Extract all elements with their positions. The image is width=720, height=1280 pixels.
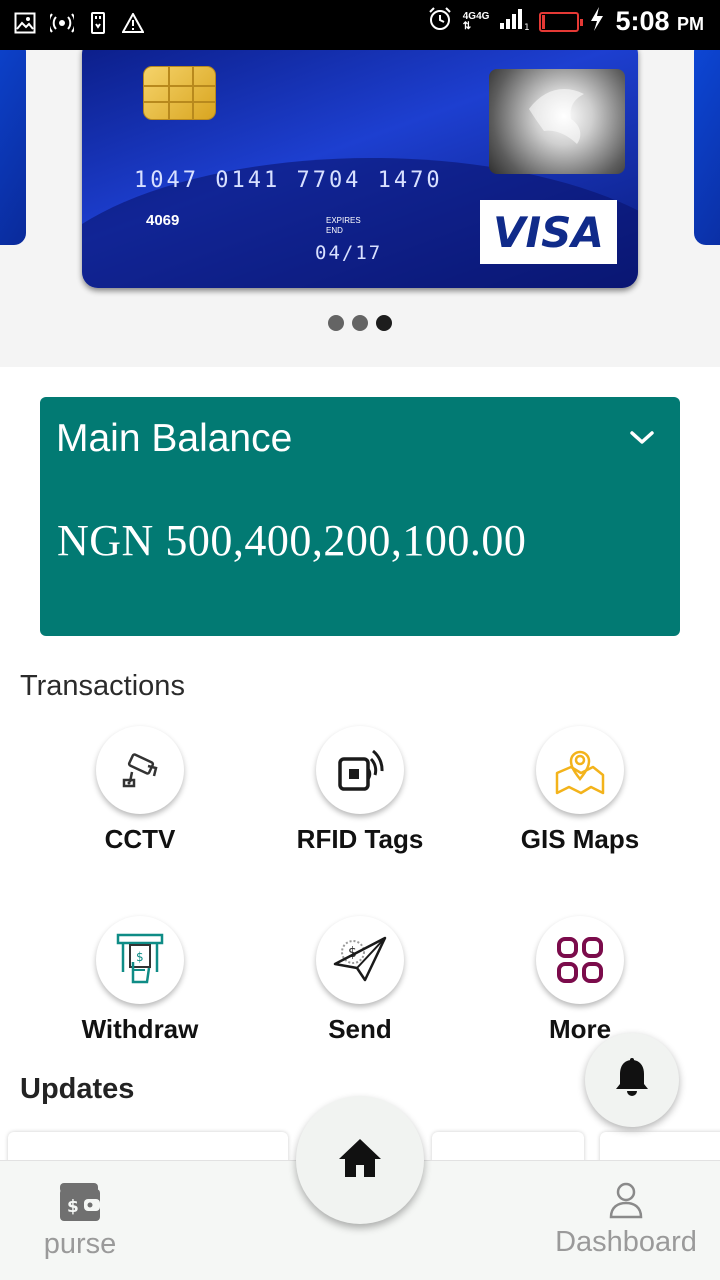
visa-card[interactable]: 1047 0141 7704 1470 4069 EXPIRES END 04/… xyxy=(82,50,638,288)
wallet-icon: $ xyxy=(58,1183,102,1227)
rfid-tag-icon xyxy=(316,726,404,814)
withdraw-label: Withdraw xyxy=(81,1014,199,1044)
chip-icon xyxy=(143,66,216,120)
balance-amount: NGN 500,400,200,100.00 xyxy=(57,516,527,565)
charging-icon xyxy=(589,6,605,37)
previous-card[interactable] xyxy=(0,50,26,245)
send-money-icon: $ xyxy=(316,916,404,1004)
grid-more-icon xyxy=(536,916,624,1004)
hotspot-icon xyxy=(47,13,77,38)
cctv-tile[interactable]: CCTV xyxy=(30,726,250,855)
carousel-dots xyxy=(0,315,720,331)
balance-title: Main Balance xyxy=(56,417,293,460)
withdraw-tile[interactable]: $ Withdraw xyxy=(30,916,250,1045)
home-button[interactable] xyxy=(296,1096,424,1224)
alarm-icon xyxy=(427,6,453,37)
notifications-button[interactable] xyxy=(585,1033,679,1127)
carousel-dot[interactable] xyxy=(328,315,344,331)
visa-logo: VISA xyxy=(480,200,617,264)
atm-withdraw-icon: $ xyxy=(96,916,184,1004)
send-tile[interactable]: $ Send xyxy=(250,916,470,1045)
warning-icon xyxy=(121,11,145,38)
gis-maps-label: GIS Maps xyxy=(520,824,640,854)
card-number: 1047 0141 7704 1470 xyxy=(134,168,443,193)
rfid-tags-label: RFID Tags xyxy=(296,824,424,854)
card-expiry: 04/17 xyxy=(315,242,383,264)
nav-dashboard[interactable]: Dashboard xyxy=(546,1181,706,1259)
rfid-tags-tile[interactable]: RFID Tags xyxy=(250,726,470,855)
main-balance-card[interactable]: Main Balance NGN 500,400,200,100.00 xyxy=(40,397,680,636)
home-icon xyxy=(337,1137,383,1184)
bell-icon xyxy=(614,1057,650,1103)
hologram-dove-icon xyxy=(489,69,625,174)
expiry-caption: EXPIRES END xyxy=(326,216,361,235)
card-sub-number: 4069 xyxy=(146,212,180,229)
svg-text:$: $ xyxy=(136,950,144,964)
cctv-camera-icon xyxy=(96,726,184,814)
updates-title: Updates xyxy=(20,1073,135,1105)
purse-label: purse xyxy=(43,1228,117,1260)
chevron-down-icon[interactable] xyxy=(628,429,656,452)
more-tile[interactable]: More xyxy=(470,916,690,1045)
svg-text:$: $ xyxy=(67,1197,79,1217)
usb-icon xyxy=(88,12,108,39)
clock: 5:08 PM xyxy=(615,6,704,36)
dashboard-label: Dashboard xyxy=(555,1226,697,1258)
gis-maps-tile[interactable]: GIS Maps xyxy=(470,726,690,855)
nav-purse[interactable]: $ purse xyxy=(38,1181,122,1261)
transactions-title: Transactions xyxy=(20,670,185,702)
card-carousel[interactable]: 1047 0141 7704 1470 4069 EXPIRES END 04/… xyxy=(0,50,720,367)
send-label: Send xyxy=(328,1014,392,1044)
image-icon xyxy=(14,12,36,39)
svg-text:1: 1 xyxy=(524,23,529,31)
next-card[interactable] xyxy=(694,50,720,245)
cctv-label: CCTV xyxy=(104,824,176,854)
map-pin-icon xyxy=(536,726,624,814)
network-type: 4G4G ⇅ xyxy=(462,10,490,32)
status-bar: 4G4G ⇅ 1 5:08 PM xyxy=(0,0,720,50)
battery-icon xyxy=(539,11,584,32)
carousel-dot[interactable] xyxy=(352,315,368,331)
signal-icon: 1 xyxy=(499,7,530,36)
carousel-dot-active[interactable] xyxy=(376,315,392,331)
user-icon xyxy=(608,1182,644,1225)
